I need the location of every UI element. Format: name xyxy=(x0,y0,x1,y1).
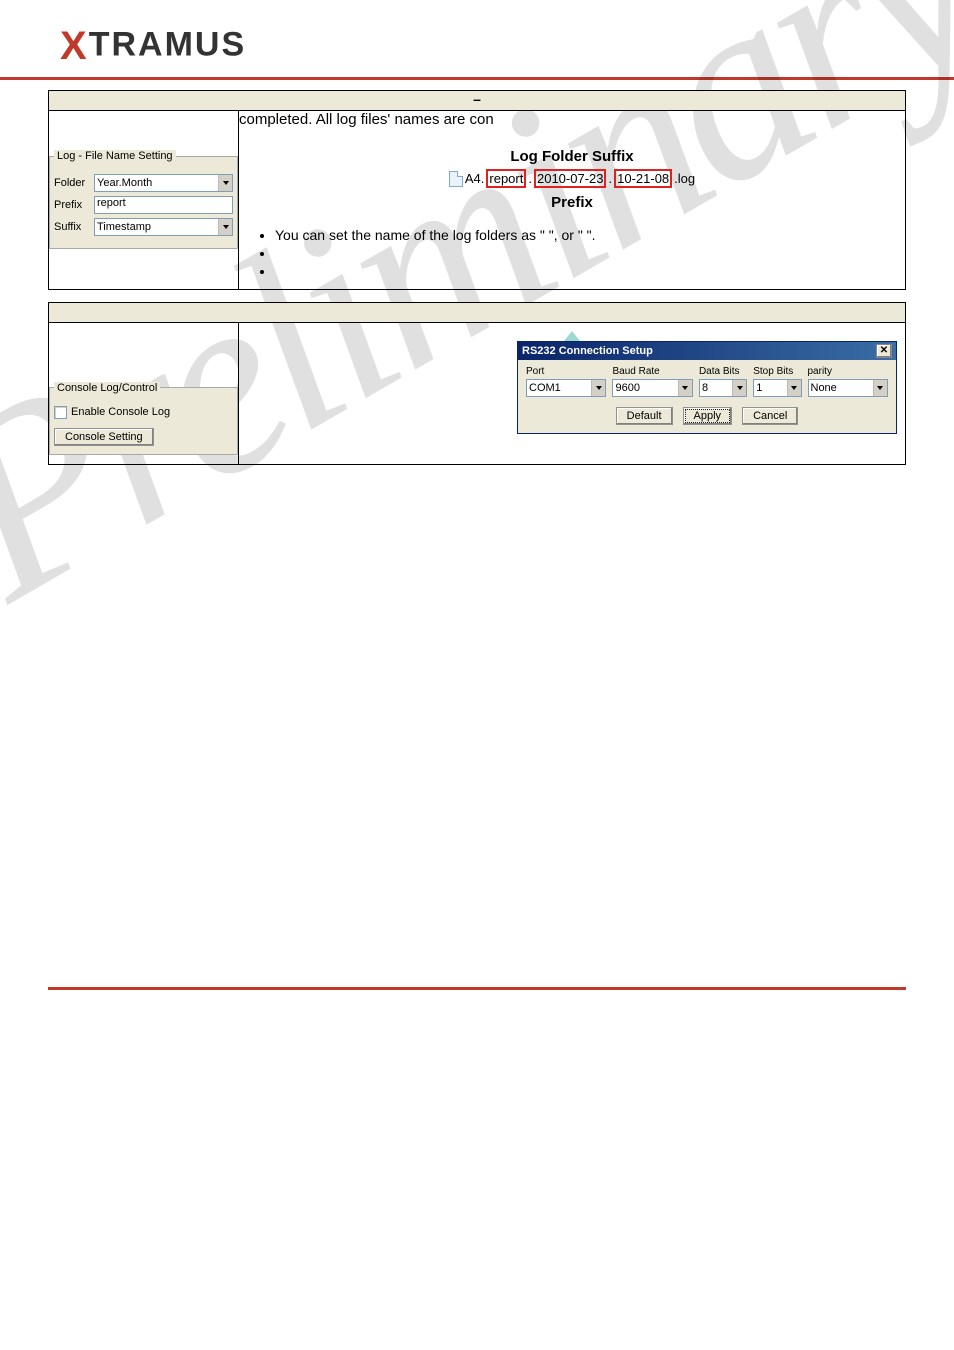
chevron-down-icon xyxy=(218,219,232,235)
rs232-titlebar: RS232 Connection Setup ✕ xyxy=(518,342,896,360)
chevron-down-icon xyxy=(678,380,692,396)
console-setting-button[interactable]: Console Setting xyxy=(54,428,154,446)
parity-select[interactable]: None xyxy=(808,379,888,397)
footer-divider xyxy=(48,987,906,990)
section2-header xyxy=(49,302,906,322)
logo-rest: TRAMUS xyxy=(89,25,246,63)
log-file-name-groupbox: Log - File Name Setting Folder Year.Mont… xyxy=(49,150,238,249)
fd-prefix-label: Prefix xyxy=(239,194,905,211)
page-header: XTRAMUS xyxy=(0,0,954,80)
baud-value: 9600 xyxy=(615,382,639,394)
bullet-item xyxy=(275,263,905,279)
prefix-input[interactable]: report xyxy=(94,196,233,214)
brand-logo: XTRAMUS xyxy=(60,24,894,69)
apply-button[interactable]: Apply xyxy=(683,407,733,425)
port-select[interactable]: COM1 xyxy=(526,379,606,397)
fd-prefix-box: report xyxy=(486,169,526,188)
stopbits-select[interactable]: 1 xyxy=(753,379,801,397)
console-log-panel: Console Log/Control Enable Console Log C… xyxy=(48,302,906,465)
suffix-select-value: Timestamp xyxy=(97,221,151,233)
logo-x: X xyxy=(60,24,89,68)
fd-top-labels: Log Folder Suffix xyxy=(239,148,905,165)
rs232-title-text: RS232 Connection Setup xyxy=(522,345,653,357)
bullet-item xyxy=(275,245,905,261)
suffix-label: Suffix xyxy=(54,221,88,233)
chevron-down-icon xyxy=(873,380,887,396)
section1-header: – xyxy=(49,91,906,111)
stopbits-value: 1 xyxy=(756,382,762,394)
log-file-name-panel: – Log - File Name Setting Folder Year.Mo… xyxy=(48,90,906,290)
chevron-down-icon xyxy=(732,380,746,396)
stopbits-label: Stop Bits xyxy=(753,366,801,377)
close-icon[interactable]: ✕ xyxy=(876,344,892,358)
cancel-button[interactable]: Cancel xyxy=(742,407,798,425)
fd-a4: A4. xyxy=(465,171,485,186)
file-icon xyxy=(449,171,463,187)
checkbox-box-icon xyxy=(54,406,67,419)
console-log-legend: Console Log/Control xyxy=(54,382,160,394)
fd-ext: .log xyxy=(674,171,695,186)
folder-select-value: Year.Month xyxy=(97,177,152,189)
fd-time-box: 10-21-08 xyxy=(614,169,672,188)
enable-console-log-checkbox[interactable]: Enable Console Log xyxy=(54,406,170,419)
console-log-groupbox: Console Log/Control Enable Console Log C… xyxy=(49,382,238,455)
rs232-dialog: RS232 Connection Setup ✕ Port COM1 xyxy=(517,341,897,434)
parity-value: None xyxy=(811,382,837,394)
callout-arrow-icon xyxy=(564,331,580,341)
databits-value: 8 xyxy=(702,382,708,394)
prefix-label: Prefix xyxy=(54,199,88,211)
default-button[interactable]: Default xyxy=(616,407,673,425)
databits-label: Data Bits xyxy=(699,366,747,377)
parity-label: parity xyxy=(808,366,888,377)
baud-select[interactable]: 9600 xyxy=(612,379,692,397)
chevron-down-icon xyxy=(218,175,232,191)
chevron-down-icon xyxy=(787,380,801,396)
bullet-item: You can set the name of the log folders … xyxy=(275,227,905,243)
chevron-down-icon xyxy=(591,380,605,396)
databits-select[interactable]: 8 xyxy=(699,379,747,397)
log-file-name-legend: Log - File Name Setting xyxy=(54,150,176,162)
folder-select[interactable]: Year.Month xyxy=(94,174,233,192)
enable-console-log-label: Enable Console Log xyxy=(71,406,170,418)
folder-label: Folder xyxy=(54,177,88,189)
section1-description: completed. All log files' names are con xyxy=(239,111,905,128)
section1-bullets: You can set the name of the log folders … xyxy=(239,221,905,289)
fd-date-box: 2010-07-23 xyxy=(534,169,607,188)
suffix-select[interactable]: Timestamp xyxy=(94,218,233,236)
port-label: Port xyxy=(526,366,606,377)
baud-label: Baud Rate xyxy=(612,366,692,377)
filename-diagram: Log Folder Suffix A4.report.2010-07-23.1… xyxy=(239,128,905,221)
port-value: COM1 xyxy=(529,382,561,394)
